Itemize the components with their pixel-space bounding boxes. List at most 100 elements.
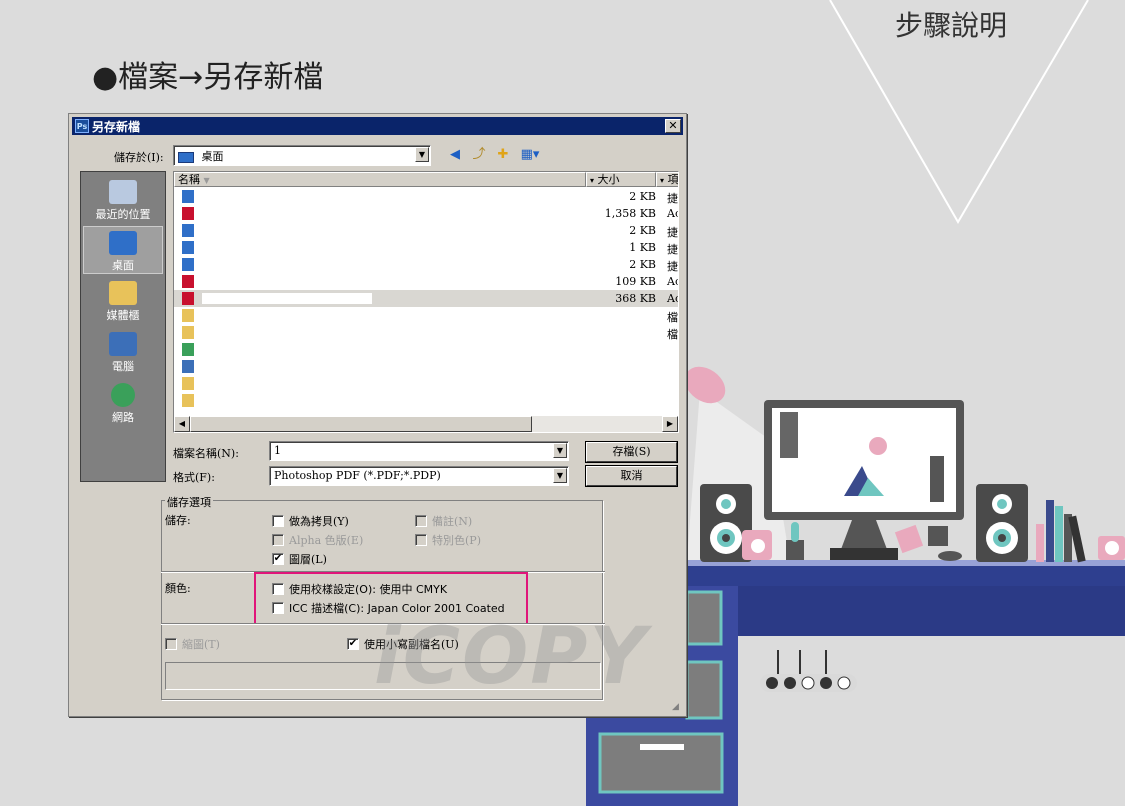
file-row[interactable]: 1 KB 捷 xyxy=(174,239,678,256)
save-button[interactable]: 存檔(S) xyxy=(586,442,677,462)
column-header-name[interactable]: 名稱 ▼ xyxy=(174,172,586,187)
place-label: 網路 xyxy=(112,411,134,424)
file-name-redacted xyxy=(202,310,372,321)
place-libraries[interactable]: 媒體櫃 xyxy=(83,277,163,325)
column-header-size[interactable]: ▾ 大小 xyxy=(586,172,656,187)
file-row[interactable]: 2 KB 捷 xyxy=(174,222,678,239)
file-row[interactable]: 2 KB 捷 xyxy=(174,188,678,205)
filename-value: 1 xyxy=(274,444,281,457)
save-in-label: 儲存於(I): xyxy=(114,151,164,164)
place-network[interactable]: 網路 xyxy=(83,379,163,427)
places-bar: 最近的位置 桌面 媒體櫃 電腦 網路 xyxy=(80,171,166,482)
file-list[interactable]: 名稱 ▼ ▾ 大小 ▾ 項 2 KB捷1,358 KBAc2 KB捷1 KB捷2… xyxy=(173,171,679,433)
format-select[interactable]: Photoshop PDF (*.PDF;*.PDP) ▼ xyxy=(269,466,569,486)
file-row[interactable] xyxy=(174,341,678,358)
file-name-redacted xyxy=(202,259,372,270)
save-options-title: 儲存選項 xyxy=(165,494,213,510)
folder-icon xyxy=(182,309,194,322)
file-size: 2 KB xyxy=(629,258,656,271)
file-type: 捷 xyxy=(667,260,678,273)
desk-front xyxy=(738,586,1125,636)
spot-color-checkbox[interactable]: 特別色(P) xyxy=(415,532,481,548)
scroll-left-icon[interactable]: ◀ xyxy=(174,416,190,432)
file-size: 2 KB xyxy=(629,224,656,237)
file-row[interactable] xyxy=(174,392,678,409)
drawer-handle xyxy=(640,744,684,750)
cancel-button[interactable]: 取消 xyxy=(586,466,677,486)
checkbox-label: Alpha 色版(E) xyxy=(289,534,364,547)
column-type-label: 項 xyxy=(667,173,679,186)
network-icon xyxy=(111,383,135,407)
file-row[interactable]: 2 KB 捷 xyxy=(174,256,678,273)
scrollbar-thumb[interactable] xyxy=(190,416,532,432)
file-row[interactable]: 檔 xyxy=(174,324,678,341)
photoshop-icon: Ps xyxy=(75,119,89,133)
chevron-down-icon[interactable]: ▼ xyxy=(553,443,567,458)
resize-grip-icon[interactable]: ◢ xyxy=(672,702,684,714)
sort-icon: ▼ xyxy=(203,176,210,185)
checkmark-icon[interactable]: ✔ xyxy=(347,638,359,650)
checkbox-box[interactable] xyxy=(272,534,284,546)
file-row[interactable] xyxy=(174,358,678,375)
network-icon xyxy=(182,343,194,356)
file-row[interactable]: 1,358 KB Ac xyxy=(174,205,678,222)
folder-icon xyxy=(182,326,194,339)
up-folder-icon[interactable]: ⤴ xyxy=(471,147,487,163)
place-desktop[interactable]: 桌面 xyxy=(83,226,163,274)
file-type: 捷 xyxy=(667,192,678,205)
scroll-right-icon[interactable]: ▶ xyxy=(662,416,678,432)
layers-checkbox[interactable]: ✔ 圖層(L) xyxy=(272,551,327,567)
save-section-label: 儲存: xyxy=(165,514,191,527)
dialog-titlebar[interactable]: Ps 另存新檔 ✕ xyxy=(72,117,683,135)
chevron-down-icon[interactable]: ▼ xyxy=(553,468,567,483)
desktop-small-icon xyxy=(178,151,194,163)
file-row[interactable]: 368 KB Ac xyxy=(174,290,678,307)
file-row[interactable]: 檔 xyxy=(174,307,678,324)
checkbox-box[interactable] xyxy=(415,515,427,527)
checkbox-box[interactable] xyxy=(415,534,427,546)
place-label: 電腦 xyxy=(112,360,134,373)
drawer-2 xyxy=(685,660,723,720)
file-row[interactable]: 109 KB Ac xyxy=(174,273,678,290)
dialog-title: 另存新檔 xyxy=(92,119,141,134)
shortcut-icon xyxy=(182,190,194,203)
thumbnail-checkbox[interactable]: 縮圖(T) xyxy=(165,636,220,652)
file-type: Ac xyxy=(667,207,678,220)
format-value: Photoshop PDF (*.PDF;*.PDP) xyxy=(274,469,441,482)
as-copy-checkbox[interactable]: 做為拷貝(Y) xyxy=(272,513,349,529)
file-name-redacted xyxy=(202,242,372,253)
column-name-label: 名稱 xyxy=(178,173,200,186)
column-menu-icon: ▾ xyxy=(660,176,665,185)
file-type: 捷 xyxy=(667,226,678,239)
desktop-icon xyxy=(109,231,137,255)
checkbox-box[interactable] xyxy=(165,638,177,650)
file-type: Ac xyxy=(667,275,678,288)
close-button[interactable]: ✕ xyxy=(665,119,681,133)
place-computer[interactable]: 電腦 xyxy=(83,328,163,376)
checkbox-box[interactable] xyxy=(272,515,284,527)
file-size: 109 KB xyxy=(615,275,656,288)
shortcut-icon xyxy=(182,224,194,237)
notes-checkbox[interactable]: 備註(N) xyxy=(415,513,472,529)
file-size: 1 KB xyxy=(629,241,656,254)
new-folder-icon[interactable]: ✚ xyxy=(495,147,511,163)
file-name-redacted xyxy=(202,225,372,236)
horizontal-scrollbar[interactable]: ◀ ▶ xyxy=(174,416,678,432)
monitor-base xyxy=(830,548,898,560)
save-in-dropdown[interactable]: 桌面 ▼ xyxy=(173,145,431,166)
step-label: 步驟說明 xyxy=(895,9,1008,42)
file-size: 368 KB xyxy=(615,292,656,305)
file-name-redacted xyxy=(202,208,372,219)
view-menu-icon[interactable]: ▦▾ xyxy=(519,147,541,163)
place-recent[interactable]: 最近的位置 xyxy=(83,176,163,224)
alpha-checkbox[interactable]: Alpha 色版(E) xyxy=(272,532,363,548)
back-icon[interactable]: ◀ xyxy=(447,147,463,163)
chevron-down-icon[interactable]: ▼ xyxy=(415,147,429,162)
file-name-redacted xyxy=(202,344,372,355)
checkbox-label: 圖層(L) xyxy=(289,553,327,566)
column-header-type[interactable]: ▾ 項 xyxy=(656,172,679,187)
column-menu-icon: ▾ xyxy=(590,176,595,185)
checkmark-icon[interactable]: ✔ xyxy=(272,553,284,565)
filename-input[interactable]: 1 ▼ xyxy=(269,441,569,461)
file-row[interactable] xyxy=(174,375,678,392)
